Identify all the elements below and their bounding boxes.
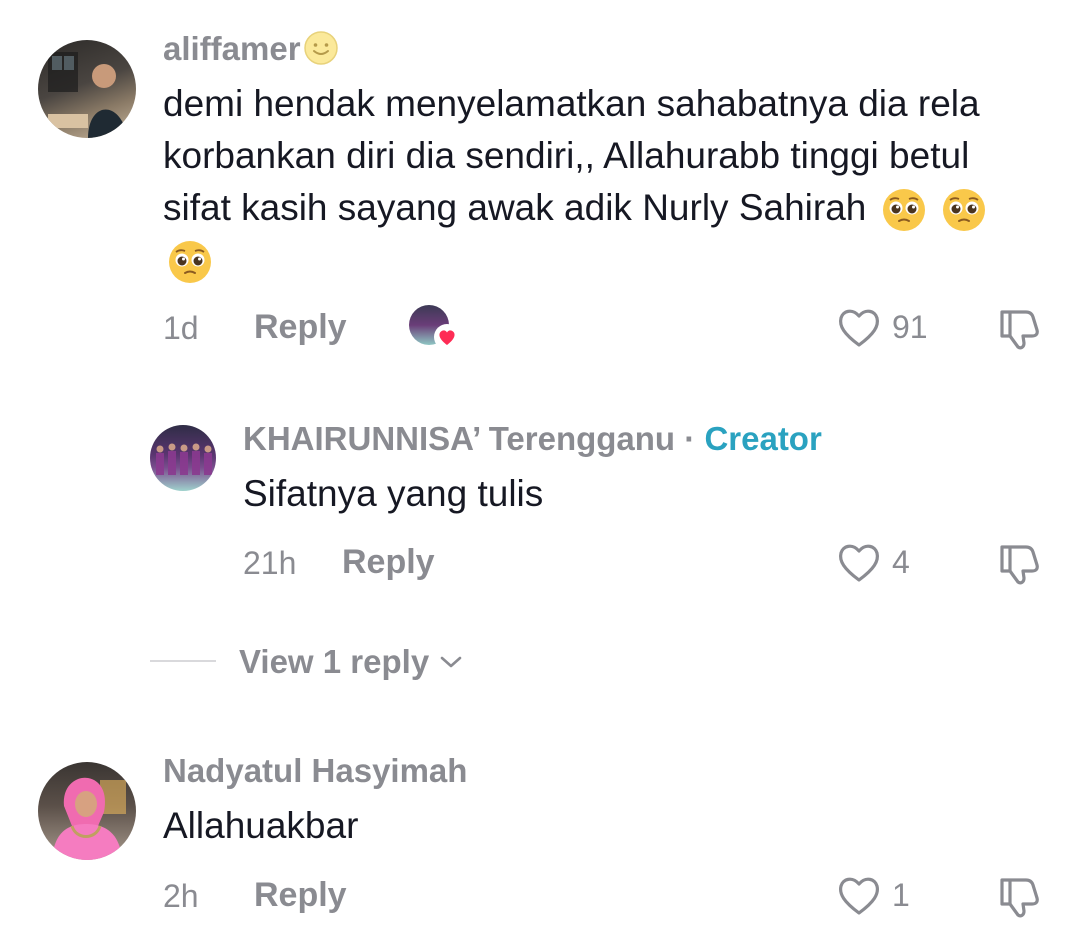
thumbs-down-icon <box>1000 310 1039 350</box>
dislike-button[interactable] <box>996 306 1044 357</box>
comment-text: Allahuakbar <box>163 805 359 846</box>
like-button[interactable]: 4 <box>836 540 910 584</box>
view-replies-divider <box>150 660 216 662</box>
heart-outline-icon <box>838 877 880 915</box>
like-button[interactable]: 1 <box>836 873 910 917</box>
dislike-button[interactable] <box>996 874 1044 925</box>
view-replies-button[interactable]: View 1 reply <box>239 643 463 681</box>
reply-button[interactable]: Reply <box>254 308 347 347</box>
creator-liked-badge <box>409 305 461 351</box>
reply-time: 21h <box>243 545 297 581</box>
heart-filled-icon <box>434 324 460 350</box>
reply-button[interactable]: Reply <box>342 543 435 582</box>
pleading-face-icon <box>942 189 985 232</box>
like-button[interactable]: 91 <box>836 305 928 349</box>
comment-username[interactable]: aliffamer <box>163 30 339 68</box>
pleading-face-icon <box>169 241 211 284</box>
thumbs-down-icon <box>1000 878 1039 918</box>
reply-button[interactable]: Reply <box>254 876 347 915</box>
like-count: 91 <box>892 308 928 345</box>
comment-time: 1d <box>163 310 199 346</box>
avatar[interactable] <box>38 40 136 138</box>
separator-dot: · <box>684 420 696 457</box>
like-count: 1 <box>892 876 910 913</box>
reply-text: Sifatnya yang tulis <box>243 473 544 514</box>
avatar[interactable] <box>150 425 216 491</box>
reply-username[interactable]: KHAIRUNNISA’ Terengganu · Creator <box>243 420 822 458</box>
dislike-button[interactable] <box>996 541 1044 592</box>
smiley-icon <box>303 31 338 66</box>
avatar[interactable] <box>38 762 136 860</box>
chevron-down-icon <box>440 656 462 668</box>
heart-outline-icon <box>838 544 880 582</box>
creator-badge: Creator <box>704 420 822 457</box>
pleading-face-icon <box>882 189 925 232</box>
comment-text: demi hendak menyelamatkan sahabatnya dia… <box>163 78 1043 286</box>
heart-outline-icon <box>838 309 880 347</box>
comment-username[interactable]: Nadyatul Hasyimah <box>163 752 467 790</box>
thumbs-down-icon <box>1000 545 1039 585</box>
like-count: 4 <box>892 543 910 580</box>
comment-time: 2h <box>163 878 199 914</box>
